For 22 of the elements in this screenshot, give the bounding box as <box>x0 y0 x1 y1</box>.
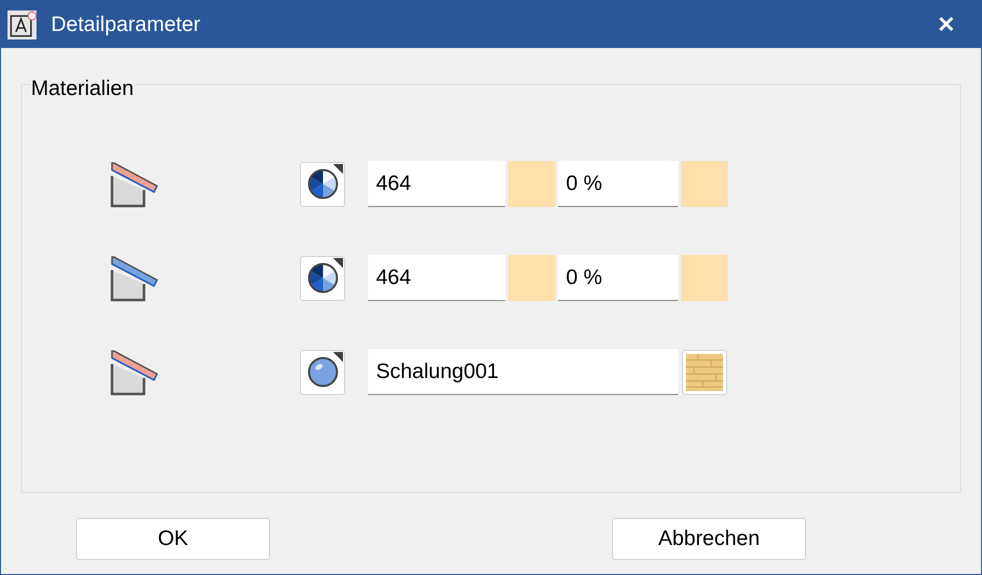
material-button[interactable] <box>300 162 345 206</box>
color-swatch[interactable] <box>681 161 728 207</box>
corner-triangle-icon <box>333 164 343 174</box>
corner-triangle-icon <box>333 258 343 268</box>
cancel-button[interactable]: Abbrechen <box>612 518 806 560</box>
ok-button[interactable]: OK <box>76 518 270 560</box>
material-button[interactable] <box>300 256 345 300</box>
color-swatch[interactable] <box>681 255 728 301</box>
material-button[interactable] <box>300 350 345 394</box>
close-button[interactable]: ✕ <box>937 8 955 41</box>
percent-field[interactable]: 0 % <box>558 161 678 207</box>
corner-triangle-icon <box>333 352 343 362</box>
color-swatch[interactable] <box>508 255 555 301</box>
material-name-field[interactable]: Schalung001 <box>368 349 678 395</box>
color-swatch[interactable] <box>508 161 555 207</box>
percent-field[interactable]: 0 % <box>558 255 678 301</box>
wood-texture-icon <box>686 354 723 390</box>
value-field[interactable]: 464 <box>368 161 505 207</box>
window-title: Detailparameter <box>51 12 200 38</box>
texture-button[interactable] <box>682 350 727 394</box>
app-icon <box>7 10 37 40</box>
value-field[interactable]: 464 <box>368 255 505 301</box>
